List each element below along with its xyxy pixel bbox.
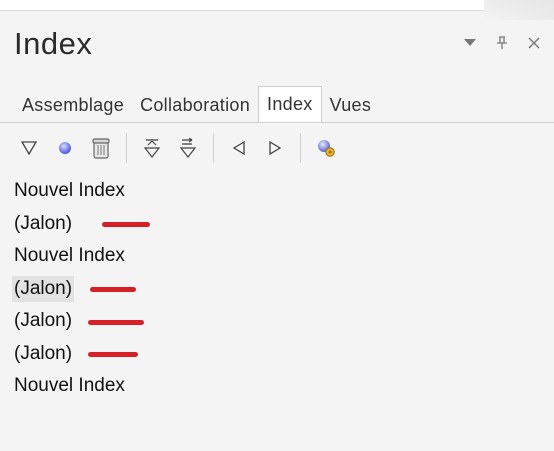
sort-up-icon[interactable] bbox=[137, 133, 167, 163]
corner-shade bbox=[484, 0, 554, 20]
list-item[interactable]: Nouvel Index bbox=[12, 175, 150, 208]
pin-icon[interactable] bbox=[494, 35, 510, 51]
list-item[interactable]: (Jalon) bbox=[12, 305, 150, 338]
toolbar-separator bbox=[213, 133, 214, 163]
toolbar-separator bbox=[300, 133, 301, 163]
sort-down-icon[interactable] bbox=[173, 133, 203, 163]
panel-title: Index bbox=[14, 26, 93, 61]
redaction-mark bbox=[88, 319, 145, 325]
tab-index[interactable]: Index bbox=[258, 86, 322, 124]
top-divider bbox=[0, 10, 554, 11]
list-item-label: (Jalon) bbox=[12, 275, 75, 302]
top-edge bbox=[0, 0, 554, 10]
tab-vues[interactable]: Vues bbox=[322, 87, 380, 124]
point-icon[interactable] bbox=[50, 133, 80, 163]
list-item-label: Nouvel Index bbox=[14, 375, 125, 397]
tab-collaboration[interactable]: Collaboration bbox=[132, 87, 258, 124]
tab-assemblage[interactable]: Assemblage bbox=[14, 87, 132, 124]
list-item-label: Nouvel Index bbox=[14, 180, 125, 202]
list-item[interactable]: Nouvel Index bbox=[12, 240, 150, 273]
filter-icon[interactable] bbox=[14, 133, 44, 163]
list-item[interactable]: (Jalon) bbox=[12, 208, 151, 241]
toolbar-separator bbox=[126, 133, 127, 163]
toolbar bbox=[14, 128, 347, 168]
settings-icon[interactable] bbox=[311, 133, 341, 163]
tab-bar: Assemblage Collaboration Index Vues bbox=[14, 84, 379, 124]
list-item-label: (Jalon) bbox=[14, 212, 73, 234]
index-list: Nouvel Index (Jalon) Nouvel Index (Jalon… bbox=[12, 175, 151, 403]
title-controls bbox=[462, 35, 542, 51]
list-item[interactable]: (Jalon) bbox=[12, 273, 150, 306]
list-item[interactable]: Nouvel Index bbox=[12, 370, 150, 403]
delete-icon[interactable] bbox=[86, 133, 116, 163]
redaction-mark bbox=[88, 352, 139, 358]
list-item-label: (Jalon) bbox=[14, 342, 73, 364]
redaction-mark bbox=[102, 222, 151, 228]
next-icon[interactable] bbox=[260, 133, 290, 163]
index-panel: Index Assemblage Collaboration Index Vue… bbox=[0, 0, 554, 451]
list-item[interactable]: (Jalon) bbox=[12, 338, 150, 371]
previous-icon[interactable] bbox=[224, 133, 254, 163]
close-icon[interactable] bbox=[526, 35, 542, 51]
redaction-mark bbox=[90, 287, 137, 293]
tab-divider bbox=[0, 122, 554, 123]
list-item-label: Nouvel Index bbox=[14, 245, 125, 267]
list-item-label: (Jalon) bbox=[14, 310, 73, 332]
dropdown-arrow-icon[interactable] bbox=[462, 35, 478, 51]
